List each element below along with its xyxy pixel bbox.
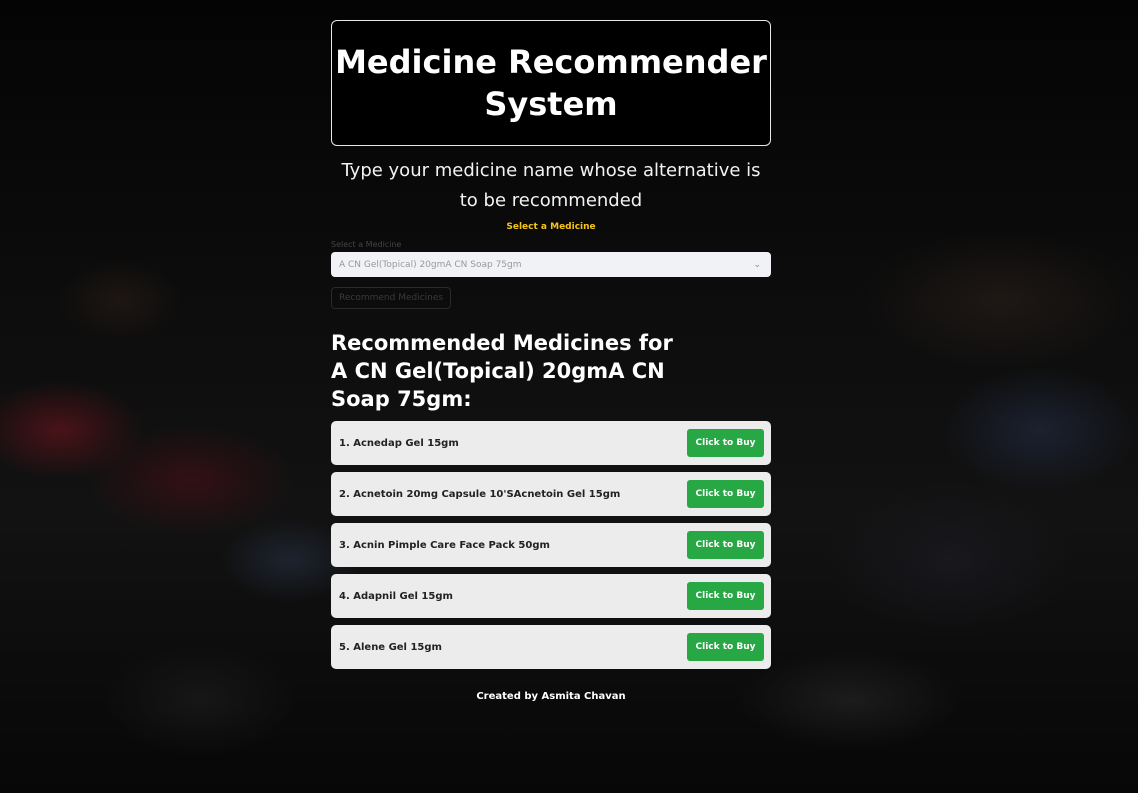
chevron-down-icon: ⌄ <box>753 259 761 270</box>
list-item: 1. Acnedap Gel 15gm Click to Buy <box>331 421 771 465</box>
list-item: 3. Acnin Pimple Care Face Pack 50gm Clic… <box>331 523 771 567</box>
main-container: Medicine Recommender System Type your me… <box>331 20 771 702</box>
buy-button[interactable]: Click to Buy <box>687 633 764 661</box>
medicine-name: 1. Acnedap Gel 15gm <box>339 437 459 449</box>
medicine-name: 4. Adapnil Gel 15gm <box>339 590 453 602</box>
medicine-name: 5. Alene Gel 15gm <box>339 641 442 653</box>
results-title: Recommended Medicines for A CN Gel(Topic… <box>331 331 673 411</box>
medicine-name: 2. Acnetoin 20mg Capsule 10'SAcnetoin Ge… <box>339 488 621 500</box>
buy-button[interactable]: Click to Buy <box>687 429 764 457</box>
page-title: Medicine Recommender System <box>335 43 767 123</box>
list-item: 4. Adapnil Gel 15gm Click to Buy <box>331 574 771 618</box>
buy-button[interactable]: Click to Buy <box>687 531 764 559</box>
select-value: A CN Gel(Topical) 20gmA CN Soap 75gm <box>339 259 522 270</box>
page-subtitle: Type your medicine name whose alternativ… <box>341 160 761 211</box>
list-item: 2. Acnetoin 20mg Capsule 10'SAcnetoin Ge… <box>331 472 771 516</box>
recommend-button[interactable]: Recommend Medicines <box>331 287 452 309</box>
results-list: 1. Acnedap Gel 15gm Click to Buy 2. Acne… <box>331 421 771 669</box>
buy-button[interactable]: Click to Buy <box>687 582 764 610</box>
medicine-select[interactable]: A CN Gel(Topical) 20gmA CN Soap 75gm ⌄ <box>331 252 771 277</box>
select-label: Select a Medicine <box>331 240 402 249</box>
buy-button[interactable]: Click to Buy <box>687 480 764 508</box>
footer-credit: Created by Asmita Chavan <box>476 691 626 702</box>
medicine-name: 3. Acnin Pimple Care Face Pack 50gm <box>339 539 550 551</box>
list-item: 5. Alene Gel 15gm Click to Buy <box>331 625 771 669</box>
select-caption: Select a Medicine <box>506 222 596 232</box>
title-box: Medicine Recommender System <box>331 20 771 146</box>
